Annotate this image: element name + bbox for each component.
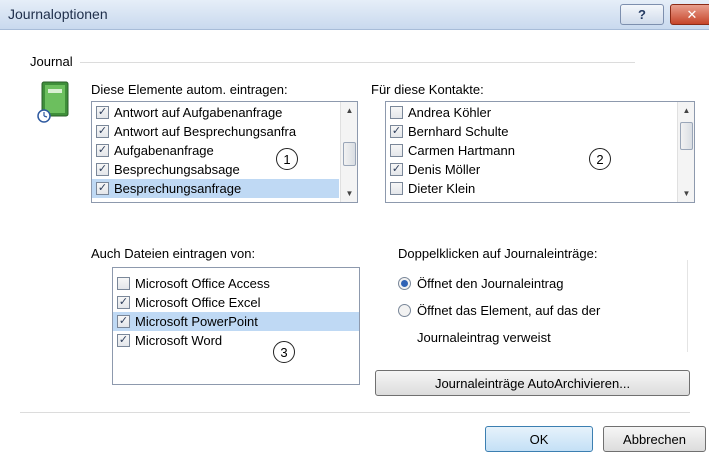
help-icon: ? [638, 7, 646, 22]
auto-entries-list[interactable]: ✓ Antwort auf Aufgabenanfrage ✓ Antwort … [91, 101, 358, 203]
callout-marker-1: 1 [276, 148, 298, 170]
checkbox[interactable]: ✓ [96, 163, 109, 176]
list-item-label: Bernhard Schulte [408, 124, 509, 139]
checkbox[interactable]: ✓ [390, 125, 403, 138]
list-item[interactable]: Microsoft Office Access [113, 274, 359, 293]
group-title: Journal [30, 54, 73, 69]
vertical-scrollbar[interactable]: ▲ ▼ [340, 102, 357, 202]
files-label: Auch Dateien eintragen von: [91, 246, 256, 261]
radio-dot-icon [401, 280, 408, 287]
contacts-label: Für diese Kontakte: [371, 82, 484, 97]
checkbox[interactable]: ✓ [96, 106, 109, 119]
list-item-label: Antwort auf Aufgabenanfrage [114, 105, 283, 120]
list-item-label: Andrea Köhler [408, 105, 492, 120]
list-item-label: Aufgabenanfrage [114, 143, 214, 158]
list-item[interactable]: Dieter Klein [386, 179, 676, 198]
checkbox[interactable]: ✓ [117, 315, 130, 328]
list-item[interactable]: Andrea Köhler [386, 103, 676, 122]
list-item-label: Microsoft Office Access [135, 276, 270, 291]
list-item-label: Besprechungsanfrage [114, 181, 242, 196]
list-item-label: Carmen Hartmann [408, 143, 515, 158]
list-item-label: Denis Möller [408, 162, 481, 177]
list-item[interactable]: ✓ Bernhard Schulte [386, 122, 676, 141]
list-item[interactable]: ✓ Denis Möller [386, 160, 676, 179]
radio-button[interactable] [398, 304, 411, 317]
checkbox[interactable] [390, 106, 403, 119]
list-item-selected[interactable]: ✓ Besprechungsanfrage [92, 179, 339, 198]
list-item-label: Microsoft Office Excel [135, 295, 261, 310]
checkbox[interactable] [390, 144, 403, 157]
footer-divider [20, 412, 690, 413]
files-list[interactable]: Microsoft Office Access ✓ Microsoft Offi… [112, 267, 360, 385]
list-item-label: Dieter Klein [408, 181, 476, 196]
double-click-label: Doppelklicken auf Journaleinträge: [398, 246, 598, 261]
group-border [687, 260, 688, 352]
list-item-selected[interactable]: ✓ Microsoft PowerPoint [113, 312, 359, 331]
autoarchive-button[interactable]: Journaleinträge AutoArchivieren... [375, 370, 690, 396]
close-button[interactable]: ✕ [670, 4, 709, 25]
list-item[interactable]: ✓ Microsoft Word [113, 331, 359, 350]
scroll-down-icon[interactable]: ▼ [678, 185, 694, 202]
checkbox[interactable]: ✓ [390, 163, 403, 176]
title-bar: Journaloptionen ? ✕ [0, 0, 709, 30]
checkbox[interactable] [390, 182, 403, 195]
vertical-scrollbar[interactable]: ▲ ▼ [677, 102, 694, 202]
close-icon: ✕ [686, 6, 698, 22]
checkbox[interactable]: ✓ [96, 125, 109, 138]
radio-label: Öffnet das Element, auf das der [417, 303, 601, 318]
list-item[interactable]: Carmen Hartmann [386, 141, 676, 160]
checkbox[interactable]: ✓ [117, 296, 130, 309]
scroll-up-icon[interactable]: ▲ [678, 102, 694, 119]
checkbox[interactable]: ✓ [117, 334, 130, 347]
help-button[interactable]: ? [620, 4, 664, 25]
callout-marker-2: 2 [589, 148, 611, 170]
list-item[interactable]: ✓ Antwort auf Aufgabenanfrage [92, 103, 339, 122]
list-item-label: Microsoft PowerPoint [135, 314, 258, 329]
list-item-label: Antwort auf Besprechungsanfra [114, 124, 297, 139]
checkbox[interactable]: ✓ [96, 182, 109, 195]
auto-entries-label: Diese Elemente autom. eintragen: [91, 82, 288, 97]
checkbox[interactable]: ✓ [96, 144, 109, 157]
list-item-label: Microsoft Word [135, 333, 223, 348]
group-divider [80, 62, 635, 63]
scroll-up-icon[interactable]: ▲ [341, 102, 357, 119]
cancel-button[interactable]: Abbrechen [603, 426, 706, 452]
list-item[interactable]: ✓ Besprechungsabsage [92, 160, 339, 179]
list-item-label: Besprechungsabsage [114, 162, 240, 177]
dialog-body: Journal Diese Elemente autom. eintragen:… [0, 30, 709, 461]
radio-button-selected[interactable] [398, 277, 411, 290]
window-title: Journaloptionen [8, 6, 108, 22]
radio-open-referenced-item[interactable]: Öffnet das Element, auf das der [398, 303, 600, 318]
list-item[interactable]: ✓ Aufgabenanfrage [92, 141, 339, 160]
scroll-thumb[interactable] [343, 142, 356, 166]
radio-label-continuation: Journaleintrag verweist [417, 330, 551, 345]
list-item[interactable]: ✓ Microsoft Office Excel [113, 293, 359, 312]
list-item[interactable]: ✓ Antwort auf Besprechungsanfra [92, 122, 339, 141]
radio-open-journal-entry[interactable]: Öffnet den Journaleintrag [398, 276, 563, 291]
ok-button[interactable]: OK [485, 426, 593, 452]
radio-label: Öffnet den Journaleintrag [417, 276, 564, 291]
checkbox[interactable] [117, 277, 130, 290]
callout-marker-3: 3 [273, 341, 295, 363]
scroll-down-icon[interactable]: ▼ [341, 185, 357, 202]
contacts-list[interactable]: Andrea Köhler ✓ Bernhard Schulte Carmen … [385, 101, 695, 203]
scroll-thumb[interactable] [680, 122, 693, 150]
journal-book-icon [37, 81, 69, 123]
